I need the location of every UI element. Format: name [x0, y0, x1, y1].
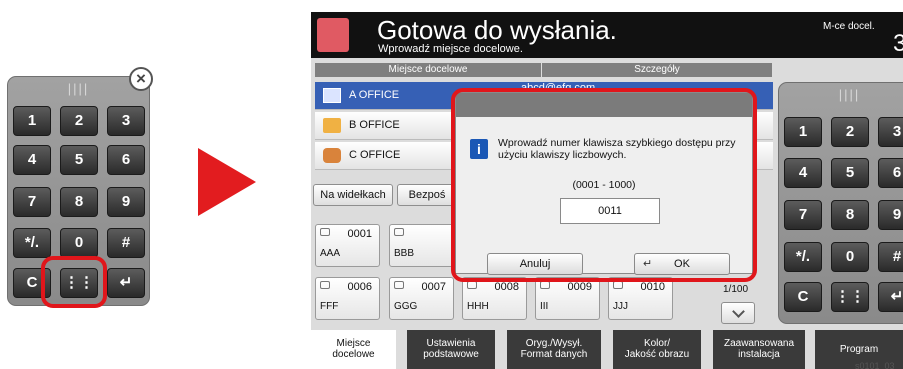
key-6[interactable]: 6	[878, 158, 903, 188]
key-clear[interactable]: C	[784, 282, 822, 312]
key-0[interactable]: 0	[60, 228, 98, 258]
key-7[interactable]: 7	[13, 187, 51, 217]
key-decimal[interactable]: */.	[13, 228, 51, 258]
quick-dial-tile[interactable]: 0009 III	[535, 277, 600, 320]
quick-dial-name: BBB	[394, 248, 415, 259]
address-icon	[394, 228, 404, 236]
quick-dial-name: FFF	[320, 301, 339, 312]
tab-original-format[interactable]: Oryg./Wysył. Format danych	[507, 330, 601, 369]
key-decimal[interactable]: */.	[784, 242, 822, 272]
tab-label-1: Ustawienia	[426, 338, 476, 349]
address-icon	[613, 281, 623, 289]
page-indicator: 1/100	[723, 284, 749, 295]
operation-panel-screen: Gotowa do wysłania. Wprowadź miejsce doc…	[311, 12, 903, 369]
destination-name: A OFFICE	[349, 89, 400, 101]
key-2[interactable]: 2	[831, 117, 869, 147]
destination-name: C OFFICE	[349, 149, 401, 161]
key-9[interactable]: 9	[107, 187, 145, 217]
group-icon	[323, 148, 341, 163]
enter-key[interactable]: ↵	[107, 268, 145, 298]
keypad-grip[interactable]: ||||	[779, 87, 903, 102]
tab-label-2: docelowe	[332, 349, 375, 360]
key-1[interactable]: 1	[784, 117, 822, 147]
key-5[interactable]: 5	[831, 158, 869, 188]
address-icon	[467, 281, 477, 289]
key-3[interactable]: 3	[107, 106, 145, 136]
tab-label-2: Jakość obrazu	[624, 349, 690, 360]
quick-dial-name: JJJ	[613, 301, 628, 312]
figure-caption: s0101_03	[855, 361, 895, 369]
tab-label-1: Oryg./Wysył.	[525, 338, 583, 349]
key-4[interactable]: 4	[13, 145, 51, 175]
quick-dial-tile[interactable]: 0007 GGG	[389, 277, 454, 320]
status-title: Gotowa do wysłania.	[377, 15, 617, 45]
key-7[interactable]: 7	[784, 200, 822, 230]
quick-dial-tile[interactable]: 0010 JJJ	[608, 277, 673, 320]
tab-label-1: Zaawansowana	[723, 338, 795, 349]
tab-basic-settings[interactable]: Ustawienia podstawowe	[407, 330, 495, 369]
tab-destination[interactable]: Miejsce docelowe	[311, 330, 396, 369]
destination-count: 3	[893, 30, 903, 57]
quick-dial-tile[interactable]: 0001 AAA	[315, 224, 380, 267]
mail-icon	[323, 88, 341, 103]
quick-dial-name: III	[540, 301, 549, 312]
keypad-grip[interactable]: ||||	[8, 81, 149, 96]
destination-name: B OFFICE	[349, 119, 400, 131]
status-header: Gotowa do wysłania. Wprowadź miejsce doc…	[311, 12, 903, 58]
tab-label-1: Program	[839, 344, 879, 355]
quick-dial-number: 0010	[640, 281, 665, 293]
status-subtitle: Wprowadź miejsce docelowe.	[378, 43, 523, 55]
quick-dial-tile[interactable]: 0006 FFF	[315, 277, 380, 320]
column-destination: Miejsce docelowe	[315, 63, 541, 77]
tab-label-1: Miejsce	[336, 338, 371, 349]
send-icon	[317, 18, 349, 52]
tab-label-2: Format danych	[520, 349, 588, 360]
folder-icon	[323, 118, 341, 133]
key-hash[interactable]: #	[107, 228, 145, 258]
key-5[interactable]: 5	[60, 145, 98, 175]
quick-dial-tile[interactable]: BBB	[389, 224, 454, 267]
key-hash[interactable]: #	[878, 242, 903, 272]
quick-dial-tile[interactable]: 0008 HHH	[462, 277, 527, 320]
column-details: Szczegóły	[542, 63, 772, 77]
key-3[interactable]: 3	[878, 117, 903, 147]
key-4[interactable]: 4	[784, 158, 822, 188]
highlight-quick-key	[41, 256, 107, 308]
key-0[interactable]: 0	[831, 242, 869, 272]
key-9[interactable]: 9	[878, 200, 903, 230]
destination-label: M-ce docel.	[823, 21, 875, 32]
tab-label-2: podstawowe	[423, 349, 479, 360]
quick-dial-number: 0001	[347, 228, 372, 240]
key-1[interactable]: 1	[13, 106, 51, 136]
highlight-dialog	[451, 88, 757, 282]
quick-dial-name: GGG	[394, 301, 418, 312]
quick-dial-name: HHH	[467, 301, 489, 312]
key-8[interactable]: 8	[60, 187, 98, 217]
key-8[interactable]: 8	[831, 200, 869, 230]
address-icon	[394, 281, 404, 289]
address-icon	[540, 281, 550, 289]
scroll-down-button[interactable]	[721, 302, 755, 324]
quick-dial-number: 0009	[567, 281, 592, 293]
quick-number-search-key[interactable]: ⋮⋮	[831, 282, 869, 312]
right-arrow-icon	[198, 148, 256, 216]
on-hook-button[interactable]: Na widełkach	[313, 184, 393, 206]
direct-button[interactable]: Bezpoś	[397, 184, 457, 206]
address-icon	[320, 228, 330, 236]
quick-dial-name: AAA	[320, 248, 341, 259]
screen-numeric-keypad: |||| 1 2 3 4 5 6 7 8 9 */. 0 # C ⋮⋮ ↵	[778, 82, 903, 324]
chevron-down-icon	[731, 305, 745, 318]
address-icon	[320, 281, 330, 289]
quick-dial-number: 0006	[347, 281, 372, 293]
tab-color-quality[interactable]: Kolor/ Jakość obrazu	[613, 330, 701, 369]
keypad-close-icon[interactable]: ×	[129, 67, 153, 91]
tab-label-1: Kolor/	[643, 338, 671, 349]
quick-dial-number: 0007	[421, 281, 446, 293]
key-2[interactable]: 2	[60, 106, 98, 136]
key-6[interactable]: 6	[107, 145, 145, 175]
enter-key[interactable]: ↵	[878, 282, 903, 312]
quick-dial-number: 0008	[494, 281, 519, 293]
tab-label-2: instalacja	[738, 349, 780, 360]
tab-advanced-setup[interactable]: Zaawansowana instalacja	[713, 330, 805, 369]
